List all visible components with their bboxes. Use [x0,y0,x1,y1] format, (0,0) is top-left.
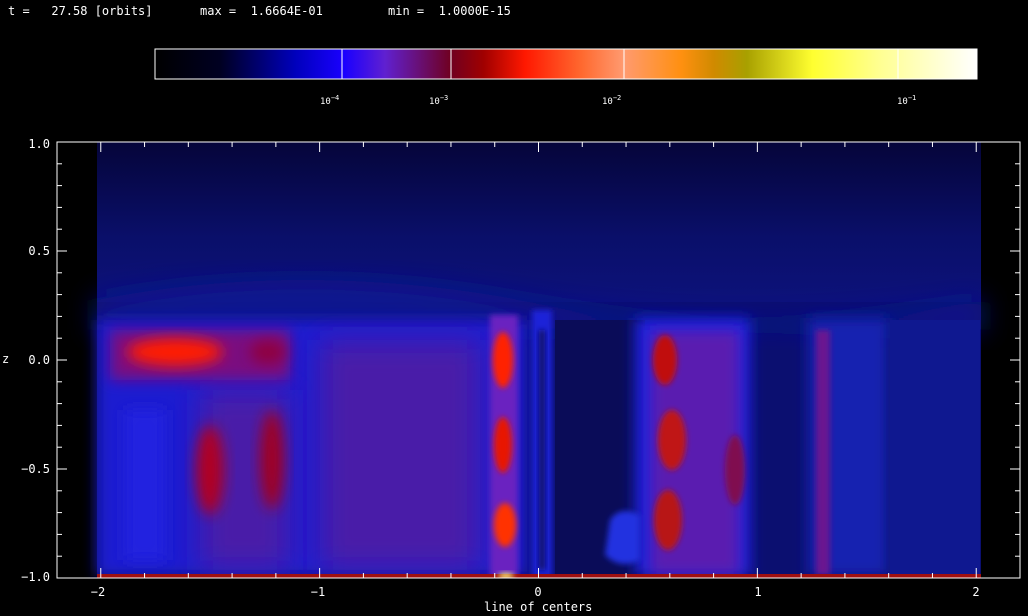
x-axis-title: line of centers [484,600,593,614]
figure-canvas [56,48,1021,579]
x-tick-label: −2 [90,585,106,599]
y-tick-label: −0.5 [21,462,50,476]
colorbar-tick-label: 10−3 [429,94,449,107]
x-tick-label: −1 [310,585,326,599]
y-axis-title: z [2,352,10,366]
x-tick-label: 1 [754,585,762,599]
y-tick-label: −1.0 [21,570,50,584]
x-tick-label: 2 [972,585,980,599]
colorbar [154,48,978,80]
y-tick-label: 0.5 [28,244,50,258]
x-tick-label: 0 [534,585,542,599]
heatmap [57,142,1020,578]
colorbar-tick-label: 10−4 [320,94,340,107]
y-tick-label: 1.0 [28,137,50,151]
colorbar-tick-label: 10−2 [602,94,622,107]
colorbar-tick-label: 10−1 [897,94,917,107]
y-tick-label: 0.0 [28,353,50,367]
